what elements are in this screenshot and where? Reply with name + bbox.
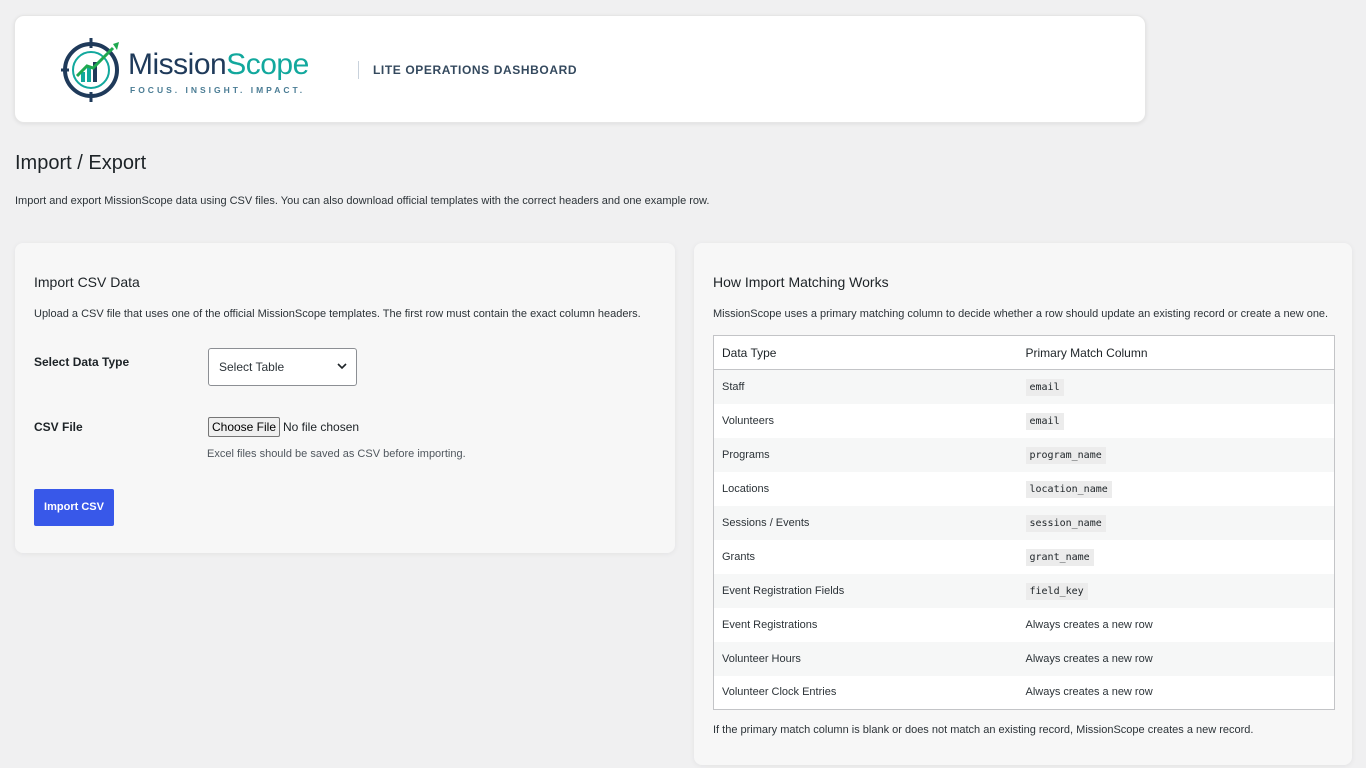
data-type-cell: Grants xyxy=(713,539,1018,574)
data-type-cell: Programs xyxy=(713,437,1018,472)
table-row: Volunteer Clock Entries Always creates a … xyxy=(713,675,1335,710)
import-panel-description: Upload a CSV file that uses one of the o… xyxy=(34,308,641,320)
primary-match-cell: Always creates a new row xyxy=(1017,641,1335,676)
data-type-cell: Locations xyxy=(713,471,1018,506)
match-column-code: location_name xyxy=(1025,480,1112,498)
table-row: Volunteers email xyxy=(713,403,1335,438)
data-type-select[interactable]: Select Table xyxy=(208,348,357,386)
data-type-cell: Event Registrations xyxy=(713,607,1018,642)
header-divider xyxy=(358,61,359,79)
table-row: Sessions / Events session_name xyxy=(713,505,1335,540)
primary-match-cell: field_key xyxy=(1017,573,1335,608)
primary-match-cell: Always creates a new row xyxy=(1017,675,1335,710)
primary-match-cell: grant_name xyxy=(1017,539,1335,574)
data-type-cell: Volunteer Hours xyxy=(713,641,1018,676)
primary-match-cell: program_name xyxy=(1017,437,1335,472)
matching-panel-description: MissionScope uses a primary matching col… xyxy=(713,308,1329,320)
data-type-cell: Volunteer Clock Entries xyxy=(713,675,1018,710)
match-column-code: email xyxy=(1025,378,1064,396)
brand-name-part2: Scope xyxy=(226,48,309,81)
match-column-code: field_key xyxy=(1025,582,1088,600)
primary-match-cell: email xyxy=(1017,369,1335,404)
table-row: Volunteer Hours Always creates a new row xyxy=(713,641,1335,676)
data-type-cell: Sessions / Events xyxy=(713,505,1018,540)
choose-file-button[interactable]: Choose File xyxy=(208,417,280,437)
data-type-label: Select Data Type xyxy=(34,355,130,369)
csv-file-label: CSV File xyxy=(34,420,83,434)
header-card: MissionScope FOCUS. INSIGHT. IMPACT. LIT… xyxy=(14,15,1146,123)
data-type-select-value: Select Table xyxy=(219,360,285,374)
data-type-cell: Event Registration Fields xyxy=(713,573,1018,608)
chevron-down-icon xyxy=(337,363,347,370)
data-type-cell: Staff xyxy=(713,369,1018,404)
brand-name: MissionScope xyxy=(128,48,309,82)
file-hint: Excel files should be saved as CSV befor… xyxy=(207,448,466,460)
import-panel-title: Import CSV Data xyxy=(34,274,140,290)
primary-match-cell: location_name xyxy=(1017,471,1335,506)
primary-match-cell: Always creates a new row xyxy=(1017,607,1335,642)
table-row: Event Registration Fields field_key xyxy=(713,573,1335,608)
file-status: No file chosen xyxy=(283,420,360,434)
primary-match-cell: session_name xyxy=(1017,505,1335,540)
brand-tagline: FOCUS. INSIGHT. IMPACT. xyxy=(130,85,306,95)
column-header-data-type: Data Type xyxy=(713,335,1018,370)
matching-table: Data Type Primary Match Column Staff emai… xyxy=(713,335,1335,710)
target-chart-logo-icon xyxy=(61,38,119,102)
matching-footnote: If the primary match column is blank or … xyxy=(713,724,1254,736)
table-header-row: Data Type Primary Match Column xyxy=(713,335,1335,370)
column-header-primary-match: Primary Match Column xyxy=(1017,335,1335,370)
primary-match-cell: email xyxy=(1017,403,1335,438)
import-csv-panel: Import CSV Data Upload a CSV file that u… xyxy=(15,243,675,553)
page-title: Import / Export xyxy=(15,152,147,174)
match-column-code: session_name xyxy=(1025,514,1106,532)
match-column-code: program_name xyxy=(1025,446,1106,464)
match-column-code: grant_name xyxy=(1025,548,1094,566)
table-row: Locations location_name xyxy=(713,471,1335,506)
table-row: Event Registrations Always creates a new … xyxy=(713,607,1335,642)
table-row: Programs program_name xyxy=(713,437,1335,472)
brand-name-part1: Mission xyxy=(128,48,227,81)
table-row: Staff email xyxy=(713,369,1335,404)
matching-panel-title: How Import Matching Works xyxy=(713,274,889,290)
match-column-code: email xyxy=(1025,412,1064,430)
matching-info-panel: How Import Matching Works MissionScope u… xyxy=(694,243,1352,765)
missionscope-logo[interactable]: MissionScope FOCUS. INSIGHT. IMPACT. xyxy=(61,38,311,102)
dashboard-subtitle: LITE OPERATIONS DASHBOARD xyxy=(373,63,578,77)
table-row: Grants grant_name xyxy=(713,539,1335,574)
page-description: Import and export MissionScope data usin… xyxy=(15,195,710,207)
data-type-cell: Volunteers xyxy=(713,403,1018,438)
import-csv-button[interactable]: Import CSV xyxy=(34,489,114,526)
